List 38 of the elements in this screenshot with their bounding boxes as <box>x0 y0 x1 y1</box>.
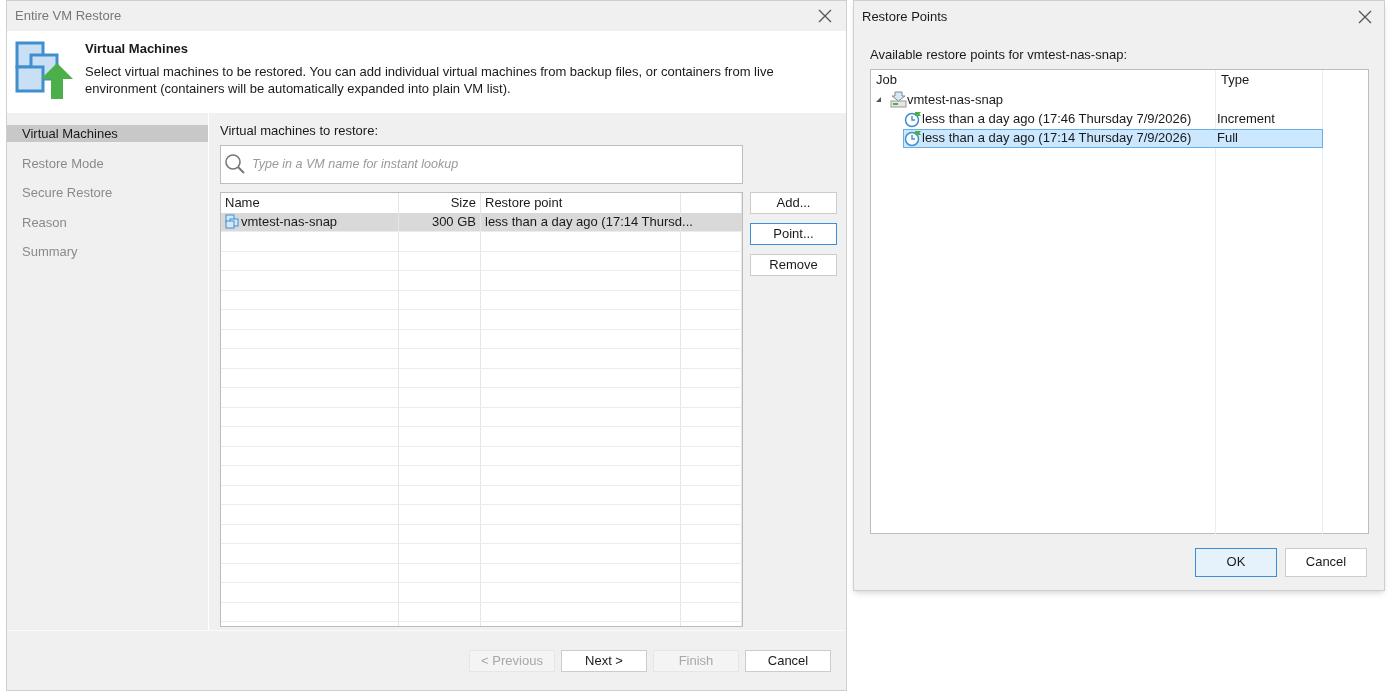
restore-point-icon <box>904 110 922 128</box>
column-header[interactable]: Name <box>225 194 260 210</box>
table-cell-text: 300 GB <box>431 213 476 231</box>
search-icon <box>224 152 246 175</box>
restore-point-row[interactable]: less than a day ago (17:14 Thursday 7/9/2026) Full <box>903 128 1323 148</box>
dialog-title: Restore Points <box>862 8 948 27</box>
footer-button[interactable]: Cancel <box>745 649 831 672</box>
footer-button[interactable]: Next > <box>561 649 647 672</box>
dialog-button[interactable]: OK <box>1195 547 1277 577</box>
dialog-button[interactable]: Cancel <box>1285 547 1367 577</box>
job-icon <box>890 91 907 108</box>
side-button[interactable]: Remove <box>750 253 837 276</box>
restore-point-row[interactable]: less than a day ago (17:46 Thursday 7/9/2026) Increment <box>903 109 1323 129</box>
restore-point-label: less than a day ago (17:14 Thursday 7/9/2026) <box>922 129 1192 148</box>
side-button[interactable]: Point... <box>750 222 837 245</box>
dialog-label: Available restore points for vmtest-nas-snap: <box>870 46 1127 64</box>
job-name[interactable]: vmtest-nas-snap <box>907 89 1004 110</box>
window-title: Entire VM Restore <box>15 7 122 26</box>
wizard-step[interactable]: Virtual Machines <box>7 125 208 142</box>
column-header[interactable]: Type <box>1221 71 1250 87</box>
restore-point-label: less than a day ago (17:46 Thursday 7/9/2026) <box>922 110 1192 129</box>
header-title: Virtual Machines <box>85 40 190 58</box>
restore-point-type: Increment <box>1217 110 1275 129</box>
table-cell-text: less than a day ago (17:14 Thursd... <box>485 213 693 231</box>
vm-icon <box>225 214 240 230</box>
list-label: Virtual machines to restore: <box>220 122 378 140</box>
column-header[interactable]: Job <box>876 71 897 87</box>
restore-point-icon <box>904 129 922 147</box>
column-header[interactable]: Size <box>450 194 476 210</box>
search-field[interactable]: Type in a VM name for instant lookup <box>220 144 743 184</box>
restore-vm-icon <box>15 41 75 101</box>
header-description: Select virtual machines to be restored. You can add individual virtual machines from backup files, or containers from live environment (containers will be automatically expanded into plain VM list). <box>85 62 775 97</box>
collapse-icon[interactable] <box>876 97 881 102</box>
restore-point-type: Full <box>1217 129 1238 148</box>
column-header[interactable]: Restore point <box>485 194 563 210</box>
side-button[interactable]: Add... <box>750 191 837 214</box>
table-cell-text: vmtest-nas-snap <box>241 213 338 231</box>
table-row[interactable]: vmtest-nas-snap 300 GB less than a day ago (17:14 Thursd... <box>221 212 742 232</box>
